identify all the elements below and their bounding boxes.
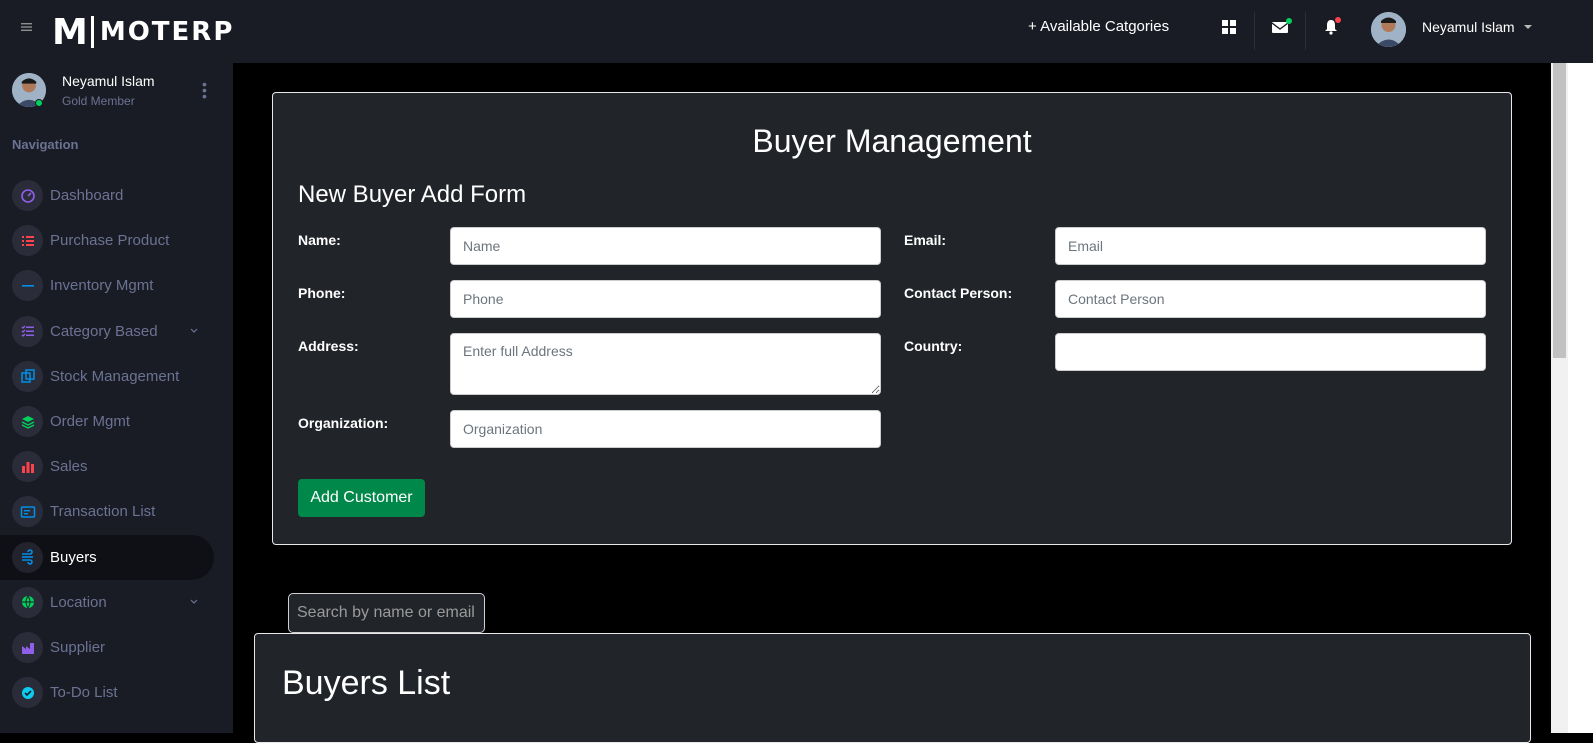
sidebar-item-purchase-product[interactable]: Purchase Product [0,218,214,263]
phone-input[interactable] [450,280,881,318]
checklist-icon [12,315,43,347]
buyers-list-card: Buyers List [254,633,1531,743]
sidebar-item-sales[interactable]: Sales [0,444,214,489]
sidebar-item-inventory-mgmt[interactable]: Inventory Mgmt [0,263,214,308]
menu-toggle-icon[interactable] [20,20,34,34]
name-label: Name: [298,232,341,248]
name-input[interactable] [450,227,881,265]
sidebar-item-category-based[interactable]: Category Based [0,309,214,354]
organization-input[interactable] [450,410,881,448]
avatar[interactable] [1371,12,1406,47]
bar-chart-icon [12,451,43,483]
sidebar-item-label: Stock Management [50,367,180,385]
available-categories-link[interactable]: + Available Catgories [1028,18,1169,35]
mail-icon[interactable] [1269,16,1292,38]
search-input[interactable] [288,593,485,633]
minus-icon [12,270,43,302]
list-icon [12,225,43,257]
chevron-down-icon [190,597,198,608]
add-customer-button[interactable]: Add Customer [298,479,425,517]
sidebar-item-label: Supplier [50,639,106,656]
sidebar-item-to-do-list[interactable]: To-Do List [0,670,214,715]
card-icon [12,496,43,528]
navbar-divider [1254,12,1255,50]
sidebar-item-label: Category Based [50,322,158,340]
email-label: Email: [904,232,947,248]
sidebar-item-label: Order Mgmt [50,413,131,430]
logo-m: M [52,11,88,53]
logo-text: MOTERP [99,17,235,47]
sidebar-item-label: Purchase Product [50,232,170,250]
online-status-dot [35,99,43,107]
globe-icon [12,586,43,618]
form-title: New Buyer Add Form [298,181,527,208]
profile-membership: Gold Member [62,94,135,108]
check-circle-icon [12,677,43,709]
scrollbar-thumb[interactable] [1553,63,1566,358]
profile-name: Neyamul Islam [62,73,155,89]
sidebar-item-label: Buyers [50,548,97,566]
sidebar-item-supplier[interactable]: Supplier [0,625,214,670]
buyer-form-card: Buyer Management New Buyer Add Form Name… [272,92,1512,545]
sidebar-item-location[interactable]: Location [0,580,214,625]
sidebar-item-label: Location [50,593,107,611]
sidebar-item-stock-management[interactable]: Stock Management [0,354,214,399]
sidebar-item-transaction-list[interactable]: Transaction List [0,489,214,534]
sidebar-item-label: Dashboard [50,187,124,204]
notification-dot [1335,17,1341,23]
chevron-down-icon[interactable] [1524,25,1532,29]
more-vertical-icon[interactable]: • • • [202,77,207,103]
sidebar-item-label: Transaction List [50,503,156,521]
country-input[interactable] [1055,333,1486,371]
page-margin [1568,63,1593,733]
phone-label: Phone: [298,285,346,301]
sidebar-item-dashboard[interactable]: Dashboard [0,173,214,218]
sidebar-item-label: Inventory Mgmt [50,277,154,295]
contact-person-input[interactable] [1055,280,1486,318]
speedometer-icon [12,180,43,211]
sidebar-item-label: To-Do List [50,684,118,702]
nav-section-title: Navigation [12,137,79,152]
chevron-down-icon [190,326,198,337]
logo-divider [90,16,94,48]
organization-label: Organization: [298,415,389,431]
layers-icon [12,406,43,437]
country-label: Country: [904,338,963,354]
page-title: Buyer Management [752,123,1032,159]
buyers-list-title: Buyers List [282,664,451,702]
contact-person-label: Contact Person: [904,285,1013,301]
factory-icon [12,632,43,663]
navbar-divider [1305,12,1306,50]
sidebar-item-buyers[interactable]: Buyers [0,534,214,580]
top-navbar: M MOTERP + Available Catgories Neyamul I… [0,0,1593,63]
wind-icon [12,541,43,573]
sidebar-item-order-mgmt[interactable]: Order Mgmt [0,399,214,444]
bell-icon[interactable] [1320,16,1342,38]
address-label: Address: [298,338,359,354]
user-name[interactable]: Neyamul Islam [1422,19,1515,35]
mail-status-dot [1286,18,1292,24]
sidebar: Neyamul Islam Gold Member • • • Navigation… [0,63,233,733]
address-textarea[interactable] [450,333,881,395]
brand-logo[interactable]: M MOTERP [52,11,235,53]
grid-icon[interactable] [1218,16,1240,38]
copy-icon [12,360,43,392]
sidebar-item-label: Sales [50,458,88,476]
email-field[interactable] [1055,227,1486,265]
